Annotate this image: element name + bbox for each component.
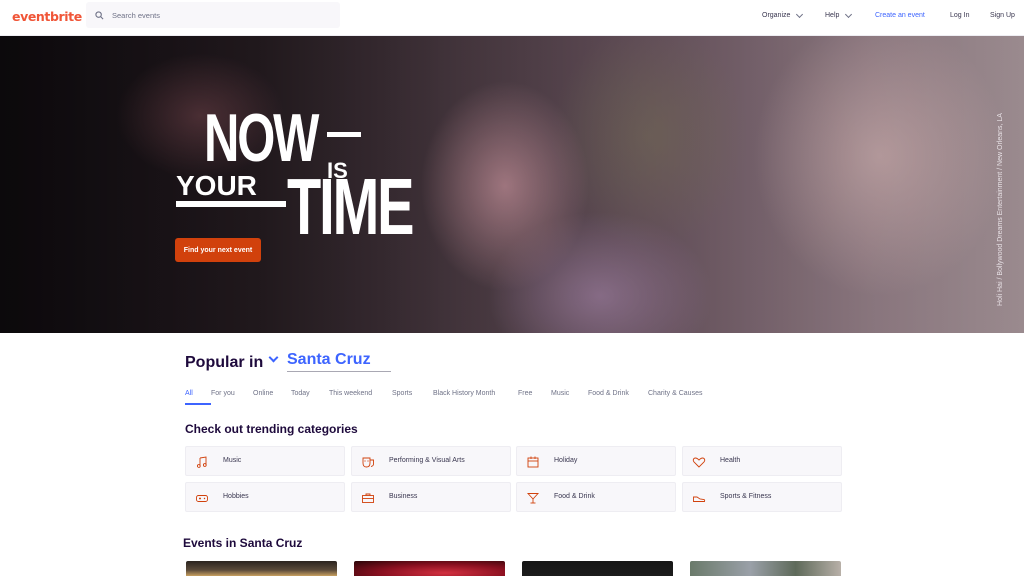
category-health[interactable]: Health [682, 446, 842, 476]
tab-free[interactable]: Free [518, 390, 551, 397]
category-hobbies[interactable]: Hobbies [185, 482, 345, 512]
hero-photo-overlay [0, 36, 1024, 333]
help-label: Help [825, 12, 840, 19]
find-next-event-button[interactable]: Find your next event [175, 238, 261, 262]
headline-your: YOUR [176, 170, 257, 201]
signup-link[interactable]: Sign Up [990, 12, 1015, 19]
search-icon [95, 10, 104, 19]
event-card-image[interactable] [690, 561, 841, 576]
chevron-down-icon [796, 10, 804, 18]
event-card-image[interactable] [354, 561, 505, 576]
tab-sports[interactable]: Sports [392, 390, 433, 397]
headline-time: TIME [287, 162, 414, 251]
search-input[interactable] [112, 10, 312, 20]
tab-food-drink[interactable]: Food & Drink [588, 390, 648, 397]
chevron-down-icon[interactable] [268, 352, 279, 363]
music-icon [196, 456, 207, 468]
tab-this-weekend[interactable]: This weekend [329, 390, 392, 397]
search-bar[interactable] [86, 2, 340, 28]
events-section-title: Events in Santa Cruz [183, 536, 303, 550]
category-music[interactable]: Music [185, 446, 345, 476]
organize-label: Organize [762, 12, 791, 19]
category-label: Performing & Visual Arts [389, 457, 465, 464]
category-label: Business [389, 493, 418, 500]
category-label: Food & Drink [554, 493, 595, 500]
category-label: Hobbies [223, 493, 249, 500]
gamepad-icon [196, 495, 208, 502]
category-performing-visual-arts[interactable]: Performing & Visual Arts [351, 446, 511, 476]
tab-for-you[interactable]: For you [211, 390, 253, 397]
category-label: Holiday [554, 457, 578, 464]
popular-in-label: Popular in [185, 354, 264, 371]
event-card-image[interactable] [186, 561, 337, 576]
event-card-image[interactable] [522, 561, 673, 576]
tab-music[interactable]: Music [551, 390, 588, 397]
sneaker-icon [693, 496, 706, 502]
organize-menu[interactable]: Organize [762, 10, 804, 19]
top-nav-bar: eventbrite Organize Help Create an event… [0, 0, 1024, 36]
create-event-link[interactable]: Create an event [875, 12, 925, 19]
category-label: Sports & Fitness [720, 493, 772, 500]
cocktail-icon [526, 493, 540, 504]
chevron-down-icon [845, 10, 853, 18]
tab-charity-causes[interactable]: Charity & Causes [648, 390, 702, 397]
category-sports-fitness[interactable]: Sports & Fitness [682, 482, 842, 512]
theater-masks-icon [362, 457, 374, 468]
login-link[interactable]: Log In [950, 12, 969, 19]
category-business[interactable]: Business [351, 482, 511, 512]
briefcase-icon [362, 493, 374, 503]
category-tabs: All For you Online Today This weekend Sp… [185, 390, 702, 405]
headline-underline [176, 201, 286, 207]
tab-black-history-month[interactable]: Black History Month [433, 390, 518, 397]
calendar-icon [527, 456, 539, 468]
headline-rule [327, 132, 361, 137]
category-label: Music [223, 457, 242, 464]
tab-today[interactable]: Today [291, 390, 329, 397]
trending-categories-title: Check out trending categories [185, 422, 358, 436]
help-menu[interactable]: Help [825, 10, 853, 19]
location-selector[interactable]: Santa Cruz [287, 351, 391, 372]
tab-all[interactable]: All [185, 390, 211, 405]
category-holiday[interactable]: Holiday [516, 446, 676, 476]
eventbrite-logo[interactable]: eventbrite [12, 9, 82, 24]
tab-online[interactable]: Online [253, 390, 291, 397]
category-food-drink[interactable]: Food & Drink [516, 482, 676, 512]
hero-banner: NOW IS YOUR TIME Find your next event Ho… [0, 36, 1024, 333]
heart-icon [692, 457, 706, 468]
category-label: Health [720, 457, 741, 464]
photo-credit: Holi Hai / Bollywood Dreams Entertainmen… [997, 113, 1004, 306]
